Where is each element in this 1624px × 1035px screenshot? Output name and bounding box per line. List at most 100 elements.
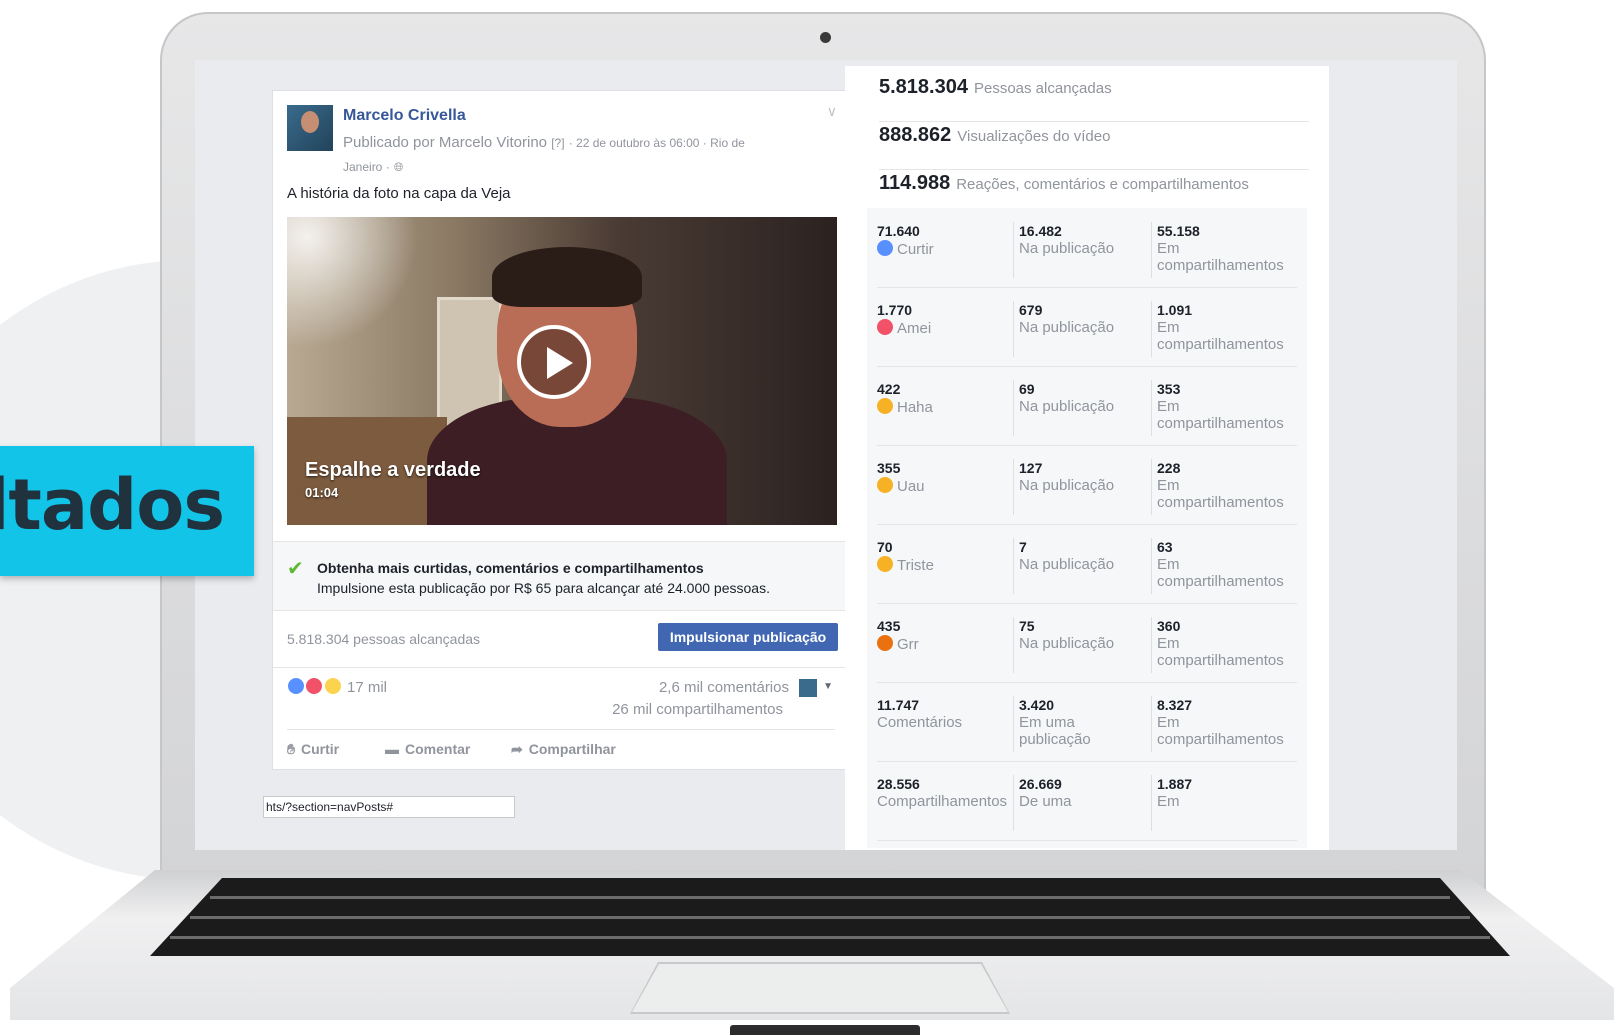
breakdown-row: 11.747 Comentários 3.420 Em uma publicação 8.… bbox=[877, 682, 1297, 762]
row-on-post-value: 75 bbox=[1019, 618, 1035, 634]
reached-value: 5.818.304 bbox=[879, 76, 968, 98]
row-on-shares-label: Em bbox=[1157, 477, 1180, 494]
breakdown-row: 355 Uau 127 Na publicação 228 Em compartilhame… bbox=[877, 445, 1297, 525]
row-total-value: 71.640 bbox=[877, 223, 920, 239]
post-stats-panel: 5.818.304 Pessoas alcançadas 888.862 Visua… bbox=[845, 66, 1329, 850]
video-player[interactable]: Espalhe a verdade 01:04 bbox=[287, 217, 837, 525]
share-button[interactable]: ➦ Compartilhar bbox=[511, 741, 616, 758]
row-on-shares-label-2: compartilhamentos bbox=[1157, 494, 1284, 511]
row-name-label: Haha bbox=[897, 399, 933, 416]
post-date[interactable]: · 22 de outubro às 06:00 · Rio de bbox=[569, 136, 745, 150]
stat-views: 888.862 Visualizações do vídeo bbox=[879, 124, 1309, 170]
row-on-post-value: 679 bbox=[1019, 302, 1043, 318]
reach-count[interactable]: 5.818.304 pessoas alcançadas bbox=[287, 631, 480, 647]
haha-icon bbox=[877, 398, 893, 414]
thumbs-up-icon: ✋︎ bbox=[287, 741, 295, 757]
row-total-value: 355 bbox=[877, 460, 901, 476]
column-divider bbox=[1151, 222, 1152, 278]
column-divider bbox=[1151, 617, 1152, 673]
checkmark-icon: ✔ bbox=[287, 558, 304, 580]
results-banner: ltados bbox=[0, 446, 254, 576]
engagement-value: 114.988 bbox=[879, 172, 951, 194]
row-on-shares-label-2: compartilhamentos bbox=[1157, 573, 1284, 590]
laptop-screen: Marcelo Crivella Publicado por Marcelo V… bbox=[195, 60, 1457, 850]
row-on-post: 7 Na publicação bbox=[1019, 538, 1157, 573]
breakdown-row: 1.770 Amei 679 Na publicação 1.091 Em comparti… bbox=[877, 287, 1297, 367]
row-name: Amei bbox=[877, 319, 932, 337]
row-on-shares-value: 360 bbox=[1157, 618, 1181, 634]
row-name: Compartilhamentos bbox=[877, 793, 1007, 810]
row-on-shares: 1.091 Em compartilhamentos bbox=[1157, 301, 1295, 353]
column-divider bbox=[1151, 459, 1152, 515]
love-icon bbox=[305, 677, 324, 695]
row-on-post: 3.420 Em uma publicação bbox=[1019, 696, 1157, 748]
laptop-mockup-scene: Marcelo Crivella Publicado por Marcelo V… bbox=[0, 0, 1624, 1035]
row-on-post-label: Na publicação bbox=[1019, 319, 1115, 336]
chevron-down-icon[interactable]: ∨ bbox=[827, 103, 837, 120]
column-divider bbox=[1013, 222, 1014, 278]
video-frame-person-hair bbox=[492, 247, 642, 307]
column-divider bbox=[1013, 301, 1014, 357]
help-link[interactable]: [?] bbox=[551, 136, 564, 150]
comment-button[interactable]: ▬ Comentar bbox=[385, 741, 470, 757]
breakdown-row: 70 Triste 7 Na publicação 63 Em compartilhamen… bbox=[877, 524, 1297, 604]
wow-icon bbox=[323, 677, 342, 695]
reactions-count[interactable]: 17 mil bbox=[347, 679, 387, 696]
row-on-post-value: 26.669 bbox=[1019, 776, 1062, 792]
row-on-post: 16.482 Na publicação bbox=[1019, 222, 1157, 257]
row-total-value: 1.770 bbox=[877, 302, 913, 318]
views-label: Visualizações do vídeo bbox=[957, 128, 1111, 145]
page-avatar-selector[interactable] bbox=[799, 679, 817, 697]
reaction-icons[interactable] bbox=[287, 677, 342, 697]
post-publisher[interactable]: Publicado por Marcelo Vitorino bbox=[343, 134, 547, 151]
row-on-shares: 63 Em compartilhamentos bbox=[1157, 538, 1295, 590]
promo-subtitle: Impulsione esta publicação por R$ 65 par… bbox=[317, 580, 770, 596]
love-icon bbox=[877, 319, 893, 335]
row-total-value: 11.747 bbox=[877, 697, 920, 713]
row-on-shares-label-2: compartilhamentos bbox=[1157, 336, 1284, 353]
row-on-shares: 55.158 Em compartilhamentos bbox=[1157, 222, 1295, 274]
row-on-post: 75 Na publicação bbox=[1019, 617, 1157, 652]
sad-icon bbox=[877, 556, 893, 572]
key-row bbox=[190, 916, 1470, 919]
like-button[interactable]: ✋︎ Curtir bbox=[287, 741, 339, 758]
angry-icon bbox=[877, 635, 893, 651]
boost-post-button[interactable]: Impulsionar publicação bbox=[658, 623, 838, 651]
row-on-post: 127 Na publicação bbox=[1019, 459, 1157, 494]
row-name-label: Amei bbox=[897, 320, 932, 337]
breakdown-row: 28.556 Compartilhamentos 26.669 De uma 1.887… bbox=[877, 761, 1297, 841]
column-divider bbox=[1013, 696, 1014, 752]
row-name-label: Triste bbox=[897, 557, 934, 574]
row-name: Haha bbox=[877, 398, 933, 416]
engagement-label: Reações, comentários e compartilhamentos bbox=[956, 176, 1249, 193]
row-on-post-value: 3.420 bbox=[1019, 697, 1055, 713]
facebook-post: Marcelo Crivella Publicado por Marcelo V… bbox=[272, 90, 850, 770]
post-location: Janeiro · bbox=[343, 160, 390, 174]
play-icon[interactable] bbox=[517, 325, 591, 399]
row-total: 71.640 Curtir bbox=[877, 222, 1015, 258]
column-divider bbox=[1013, 459, 1014, 515]
divider bbox=[287, 729, 835, 730]
column-divider bbox=[1151, 538, 1152, 594]
row-name-label: Comentários bbox=[877, 714, 963, 731]
video-title: Espalhe a verdade bbox=[305, 459, 481, 481]
comments-count[interactable]: 2,6 mil comentários bbox=[659, 679, 789, 696]
globe-icon: 🌐︎ bbox=[393, 160, 404, 174]
row-name-label: Grr bbox=[897, 636, 919, 653]
video-duration: 01:04 bbox=[305, 485, 339, 500]
post-author[interactable]: Marcelo Crivella bbox=[343, 107, 466, 125]
row-on-shares-label: Em bbox=[1157, 714, 1180, 731]
row-on-shares-label: Em bbox=[1157, 556, 1180, 573]
row-on-post-label: Na publicação bbox=[1019, 477, 1115, 494]
row-name: Uau bbox=[877, 477, 925, 495]
engagement-breakdown-grid: 71.640 Curtir 16.482 Na publicação 55.158 Em c… bbox=[867, 208, 1307, 848]
caret-down-icon[interactable]: ▼ bbox=[823, 681, 833, 692]
author-avatar[interactable] bbox=[287, 105, 333, 151]
row-on-shares: 228 Em compartilhamentos bbox=[1157, 459, 1295, 511]
like-label: Curtir bbox=[300, 741, 340, 757]
row-on-post: 679 Na publicação bbox=[1019, 301, 1157, 336]
camera-icon bbox=[820, 32, 831, 43]
row-on-shares-value: 55.158 bbox=[1157, 223, 1200, 239]
views-value: 888.862 bbox=[879, 124, 952, 146]
shares-count[interactable]: 26 mil compartilhamentos bbox=[612, 701, 783, 718]
